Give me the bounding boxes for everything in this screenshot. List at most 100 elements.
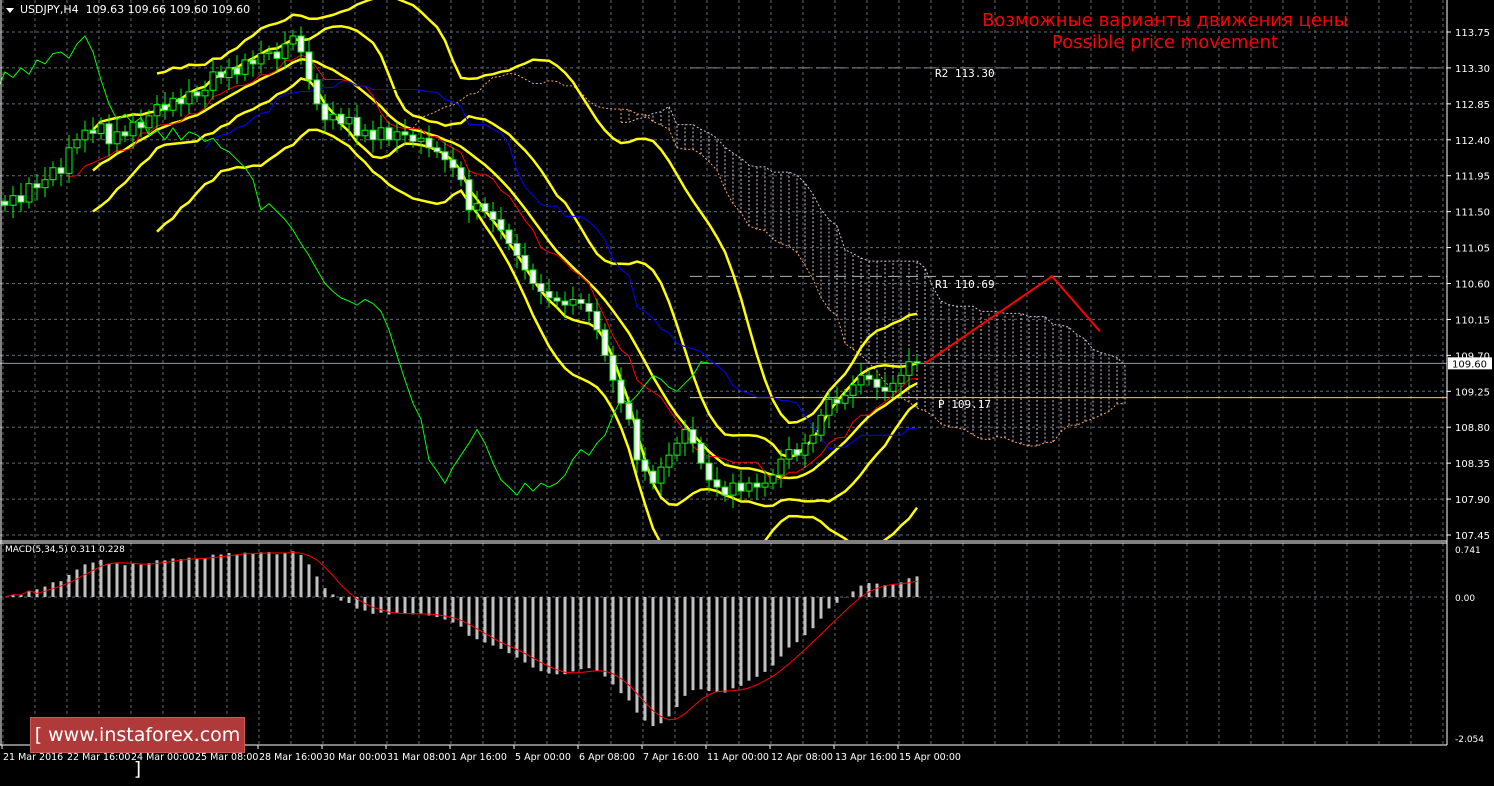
candle xyxy=(466,180,472,210)
senkou-span-b xyxy=(621,106,1125,365)
macd-bar xyxy=(172,558,175,597)
annotation-title-en: Possible price movement xyxy=(940,32,1390,54)
macd-bar xyxy=(780,597,783,657)
current-price-label: 109.60 xyxy=(1452,359,1487,370)
time-tick-label: 22 Mar 16:00 xyxy=(67,752,130,763)
symbol-timeframe: USDJPY,H4 xyxy=(20,3,79,16)
instaforex-logo[interactable]: [ www.instaforex.com ] xyxy=(30,717,245,753)
macd-bar xyxy=(124,565,127,597)
macd-bar xyxy=(884,585,887,597)
candle xyxy=(26,184,32,202)
axes: 113.75113.30112.85112.40111.95111.50111.… xyxy=(0,0,1492,763)
macd-bar xyxy=(508,597,511,653)
candle xyxy=(618,380,624,403)
price-chart: 113.75113.30112.85112.40111.95111.50111.… xyxy=(0,0,1494,767)
candle xyxy=(306,52,312,80)
macd-bar xyxy=(788,597,791,648)
macd-bar xyxy=(268,552,271,597)
candle xyxy=(314,80,320,104)
candle xyxy=(498,220,504,230)
candle xyxy=(602,330,608,356)
macd-bar xyxy=(828,597,831,608)
candle xyxy=(714,480,720,487)
candle xyxy=(730,483,736,495)
candle xyxy=(594,311,600,329)
candle xyxy=(754,483,760,487)
candle xyxy=(338,114,344,124)
macd-bar xyxy=(284,553,287,597)
candle xyxy=(170,98,176,110)
candle xyxy=(490,212,496,220)
macd-bar xyxy=(756,597,759,677)
macd-bar xyxy=(308,564,311,597)
time-tick-label: 15 Apr 00:00 xyxy=(899,752,961,763)
macd-bar xyxy=(340,597,343,601)
macd-bar xyxy=(748,597,751,681)
candle xyxy=(434,148,440,152)
macd-tick-label: 0.741 xyxy=(1455,546,1481,556)
annotation-title-ru: Возможные варианты движения цены xyxy=(940,10,1390,32)
candle xyxy=(194,92,200,96)
candle xyxy=(834,399,840,403)
macd-bar xyxy=(84,564,87,597)
macd-panel xyxy=(0,551,1447,726)
candle xyxy=(386,128,392,140)
dropdown-triangle-icon[interactable] xyxy=(6,8,14,13)
candle xyxy=(578,299,584,303)
macd-bar xyxy=(236,554,239,597)
candle xyxy=(570,299,576,305)
time-tick-label: 13 Apr 16:00 xyxy=(835,752,897,763)
macd-bar xyxy=(652,597,655,726)
macd-bar xyxy=(76,569,79,597)
macd-bar xyxy=(836,597,839,603)
candle xyxy=(50,168,56,180)
candle xyxy=(634,419,640,460)
macd-bar xyxy=(804,597,807,635)
macd-bar xyxy=(404,597,407,613)
candle xyxy=(322,104,328,120)
candle xyxy=(218,72,224,78)
macd-bar xyxy=(372,597,375,614)
candle xyxy=(234,68,240,74)
candle xyxy=(890,383,896,391)
candle xyxy=(626,403,632,419)
macd-bar xyxy=(900,582,903,597)
candle xyxy=(546,291,552,297)
candle xyxy=(506,230,512,244)
macd-bar xyxy=(484,597,487,643)
candle xyxy=(586,303,592,311)
macd-bar xyxy=(580,597,583,669)
candle xyxy=(290,36,296,44)
price-tick-label: 108.80 xyxy=(1455,423,1490,434)
macd-bar xyxy=(348,597,351,603)
candle xyxy=(842,395,848,403)
macd-bar xyxy=(252,553,255,597)
candle xyxy=(650,471,656,483)
candle xyxy=(258,54,264,64)
macd-bar xyxy=(476,597,479,639)
macd-bar xyxy=(204,558,207,597)
candle xyxy=(298,36,304,52)
candle xyxy=(18,196,24,202)
macd-bar xyxy=(276,554,279,597)
macd-bar xyxy=(916,576,919,597)
candle xyxy=(66,148,72,174)
candle xyxy=(866,375,872,379)
candle xyxy=(42,180,48,188)
macd-bar xyxy=(860,586,863,597)
macd-bar xyxy=(556,597,559,674)
macd-bar xyxy=(540,597,543,671)
macd-bar xyxy=(684,597,687,696)
time-tick-label: 31 Mar 08:00 xyxy=(387,752,450,763)
candle xyxy=(418,138,424,141)
candle xyxy=(514,244,520,256)
price-tick-label: 109.25 xyxy=(1455,387,1490,398)
chart-header[interactable]: USDJPY,H4 109.63 109.66 109.60 109.60 xyxy=(6,3,250,16)
macd-bar xyxy=(212,555,215,597)
price-tick-label: 111.50 xyxy=(1455,208,1490,219)
candle xyxy=(562,301,568,305)
candle xyxy=(850,385,856,395)
time-tick-label: 11 Apr 00:00 xyxy=(707,752,769,763)
candle xyxy=(898,375,904,383)
macd-bar xyxy=(612,597,615,684)
